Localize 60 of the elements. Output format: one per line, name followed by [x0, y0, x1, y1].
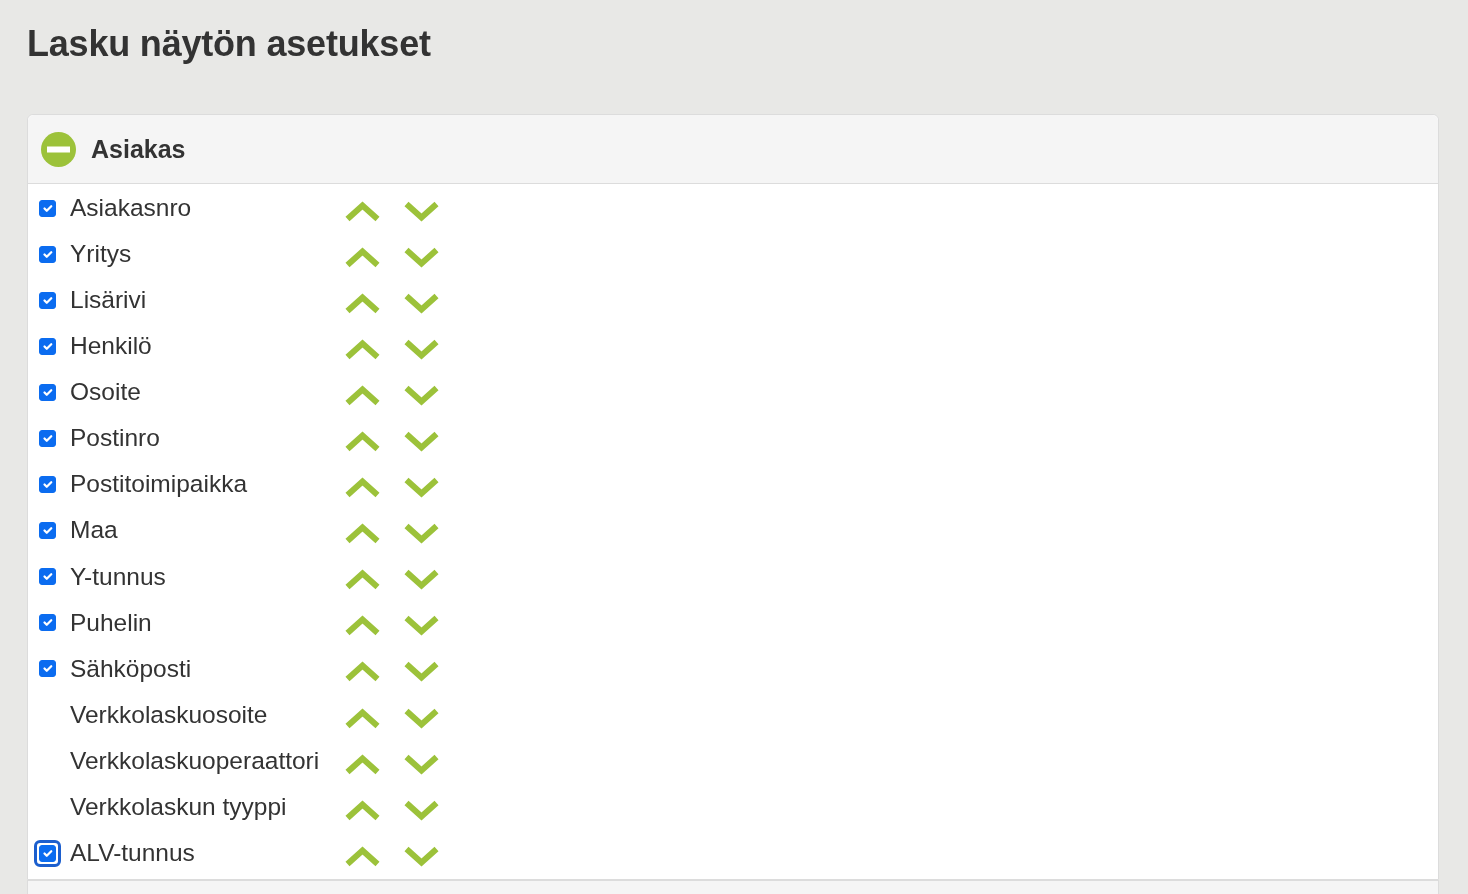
checkbox[interactable] [39, 430, 56, 447]
chevron-down-icon[interactable] [403, 292, 440, 314]
checkbox[interactable] [39, 337, 56, 355]
chevron-up-icon[interactable] [344, 292, 381, 314]
chevron-down-icon[interactable] [403, 200, 440, 222]
page-title: Lasku näytön asetukset [27, 22, 432, 65]
field-label: Postitoimipaikka [70, 472, 248, 497]
chevron-up-icon[interactable] [344, 477, 381, 499]
chevron-up-icon[interactable] [344, 246, 381, 268]
checkbox[interactable] [39, 614, 56, 632]
chevron-up-icon[interactable] [344, 569, 381, 591]
section-title: Asiakas [91, 136, 186, 162]
field-label: Verkkolaskuosoite [70, 702, 269, 728]
chevron-down-icon[interactable] [403, 615, 440, 637]
field-label: Yritys [70, 241, 133, 267]
chevron-down-icon[interactable] [403, 523, 440, 545]
field-label: Postinro [70, 426, 161, 451]
chevron-down-icon[interactable] [403, 753, 440, 775]
checkbox[interactable] [39, 660, 56, 678]
field-label: Puhelin [70, 610, 153, 636]
checkbox[interactable] [39, 476, 56, 494]
checkbox[interactable] [39, 522, 56, 540]
field-label: Maa [70, 518, 119, 543]
chevron-down-icon[interactable] [403, 707, 440, 729]
chevron-up-icon[interactable] [344, 799, 381, 821]
field-label: Henkilö [70, 334, 153, 359]
chevron-up-icon[interactable] [344, 384, 381, 406]
field-label: ALV-tunnus [70, 841, 196, 866]
checkbox[interactable] [39, 291, 56, 309]
chevron-up-icon[interactable] [344, 200, 381, 222]
chevron-down-icon[interactable] [403, 799, 440, 821]
checkbox[interactable] [39, 568, 56, 586]
field-label: Sähköposti [70, 656, 193, 682]
checkbox[interactable] [39, 383, 56, 401]
checkbox[interactable] [34, 839, 61, 867]
chevron-down-icon[interactable] [403, 845, 440, 867]
chevron-up-icon[interactable] [344, 431, 381, 452]
field-label: Asiakasnro [70, 195, 193, 221]
chevron-up-icon[interactable] [344, 753, 381, 775]
chevron-down-icon[interactable] [403, 384, 440, 406]
chevron-up-icon[interactable] [344, 615, 381, 637]
checkbox[interactable] [39, 199, 56, 217]
chevron-down-icon[interactable] [403, 431, 440, 452]
chevron-up-icon[interactable] [344, 338, 381, 360]
field-label: Verkkolaskun tyyppi [70, 795, 288, 820]
field-label: Verkkolaskuoperaattori [70, 748, 321, 774]
chevron-up-icon[interactable] [344, 707, 381, 729]
checkbox[interactable] [39, 245, 56, 263]
field-label: Lisärivi [70, 288, 148, 313]
chevron-down-icon[interactable] [403, 661, 440, 683]
field-label: Osoite [70, 380, 142, 405]
chevron-up-icon[interactable] [344, 845, 381, 867]
chevron-up-icon[interactable] [344, 523, 381, 545]
minus-circle-icon[interactable] [41, 131, 76, 167]
chevron-down-icon[interactable] [403, 477, 440, 499]
field-label: Y-tunnus [70, 564, 167, 590]
chevron-down-icon[interactable] [403, 569, 440, 591]
chevron-down-icon[interactable] [403, 246, 440, 268]
chevron-up-icon[interactable] [344, 661, 381, 683]
chevron-down-icon[interactable] [403, 338, 440, 360]
